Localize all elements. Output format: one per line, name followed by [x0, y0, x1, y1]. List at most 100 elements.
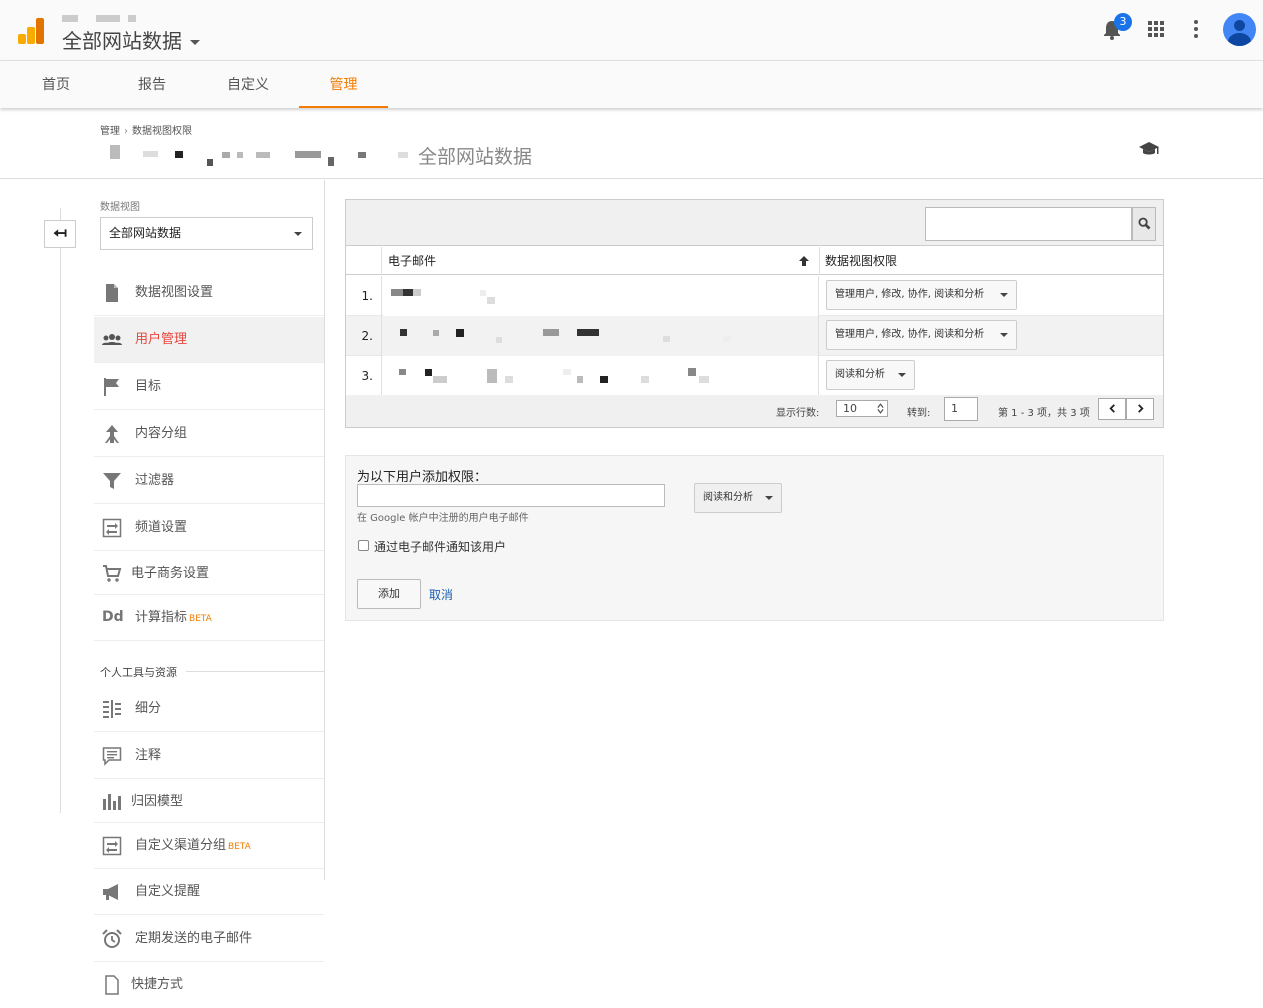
channel-icon	[102, 836, 122, 856]
menu-user-management[interactable]: 用户管理	[94, 317, 324, 363]
menu-ecommerce-settings[interactable]: 电子商务设置	[94, 552, 324, 595]
cancel-link[interactable]: 取消	[429, 586, 453, 603]
menu-filters[interactable]: 过滤器	[94, 458, 324, 504]
range-text: 第 1 - 3 项，共 3 项	[998, 408, 1090, 419]
back-button[interactable]	[44, 220, 76, 248]
more-vert-icon[interactable]	[1194, 20, 1198, 38]
menu-label: 注释	[135, 748, 162, 763]
menu-label-wrap: 自定义渠道分组 BETA	[135, 823, 251, 870]
menu-shortcuts[interactable]: 快捷方式	[94, 962, 324, 1008]
graduation-cap-icon[interactable]	[1139, 140, 1159, 158]
menu-segments[interactable]: 细分	[94, 686, 324, 732]
chevron-down-icon	[294, 232, 302, 236]
menu-content-grouping[interactable]: 内容分组	[94, 411, 324, 457]
top-bar: 全部网站数据 3	[0, 0, 1263, 60]
breadcrumb-root[interactable]: 管理	[100, 126, 120, 137]
permissions-column-header: 数据视图权限	[819, 247, 1163, 275]
cart-icon	[103, 565, 122, 582]
email-redacted	[383, 316, 819, 356]
permission-value: 管理用户, 修改, 协作, 阅读和分析	[835, 289, 985, 300]
goto-page-input[interactable]: 1	[944, 397, 978, 421]
row-number: 3.	[346, 356, 382, 396]
notify-label[interactable]: 通过电子邮件通知该用户	[374, 538, 506, 555]
menu-calculated-metrics[interactable]: Dd 计算指标 BETA	[94, 595, 324, 641]
tab-admin[interactable]: 管理	[299, 61, 388, 108]
analytics-logo-icon[interactable]	[18, 18, 44, 44]
menu-label: 细分	[135, 701, 162, 716]
email-redacted	[383, 356, 819, 396]
notify-checkbox[interactable]	[358, 540, 369, 551]
panel-line	[60, 208, 61, 220]
tab-customization[interactable]: 自定义	[204, 61, 292, 108]
permission-dropdown[interactable]: 阅读和分析	[826, 360, 915, 390]
users-table: 电子邮件 数据视图权限 1. 管理用户, 修改, 协作, 阅读和分析 2. 管理…	[345, 199, 1164, 428]
view-select-value: 全部网站数据	[109, 226, 182, 240]
rows-per-page-value: 10	[843, 402, 857, 415]
search-input[interactable]	[925, 207, 1132, 241]
menu-label: 快捷方式	[131, 977, 184, 992]
rows-per-page-select[interactable]: 10	[836, 400, 888, 417]
view-selector[interactable]: 全部网站数据	[62, 25, 200, 54]
prev-page-button[interactable]	[1098, 398, 1126, 420]
email-column-header[interactable]: 电子邮件	[388, 247, 818, 275]
avatar[interactable]	[1223, 13, 1256, 46]
menu-label: 计算指标	[135, 610, 188, 625]
apps-grid-icon[interactable]	[1148, 21, 1165, 38]
view-title-text: 全部网站数据	[62, 29, 182, 53]
add-button[interactable]: 添加	[357, 579, 421, 609]
menu-annotations[interactable]: 注释	[94, 733, 324, 779]
menu-label-wrap: 计算指标 BETA	[135, 595, 212, 642]
breadcrumb-current: 数据视图权限	[132, 126, 192, 137]
chevron-down-icon	[898, 373, 906, 377]
new-permission-dropdown[interactable]: 阅读和分析	[694, 483, 782, 513]
menu-view-settings[interactable]: 数据视图设置	[94, 270, 324, 316]
menu-custom-alerts[interactable]: 自定义提醒	[94, 869, 324, 915]
menu-goals[interactable]: 目标	[94, 364, 324, 410]
menu-custom-channel-grouping[interactable]: 自定义渠道分组 BETA	[94, 823, 324, 869]
table-search-bar	[346, 200, 1163, 246]
permission-value: 管理用户, 修改, 协作, 阅读和分析	[835, 329, 985, 340]
panel-border	[324, 180, 325, 880]
document-icon	[106, 284, 118, 302]
menu-label: 过滤器	[135, 473, 175, 488]
row-number: 2.	[346, 316, 382, 356]
menu-label: 数据视图设置	[135, 285, 214, 300]
alarm-clock-icon	[102, 929, 122, 948]
sort-up-arrow-icon	[799, 256, 809, 266]
filter-icon	[103, 473, 121, 489]
search-button[interactable]	[1132, 207, 1156, 241]
email-column-label: 电子邮件	[388, 254, 437, 268]
chevron-down-icon	[1000, 333, 1008, 337]
menu-label: 用户管理	[135, 332, 188, 347]
view-select[interactable]: 全部网站数据	[100, 217, 313, 250]
chevron-left-icon	[1108, 404, 1115, 413]
beta-badge: BETA	[189, 614, 212, 624]
page-title: 全部网站数据	[418, 146, 533, 168]
tab-reports[interactable]: 报告	[108, 61, 196, 108]
table-row: 2. 管理用户, 修改, 协作, 阅读和分析	[346, 316, 1163, 356]
next-page-button[interactable]	[1126, 398, 1154, 420]
num-column-header	[346, 247, 382, 275]
menu-channel-settings[interactable]: 频道设置	[94, 505, 324, 551]
add-form-header: 为以下用户添加权限：	[357, 470, 488, 485]
email-field[interactable]	[357, 484, 665, 507]
panel-line	[60, 248, 61, 813]
rows-label: 显示行数:	[776, 408, 820, 419]
content-grouping-icon	[105, 425, 119, 443]
table-pagination: 显示行数: 10 转到: 1 第 1 - 3 项，共 3 项	[346, 395, 1163, 427]
chevron-down-icon	[1000, 293, 1008, 297]
menu-attribution-models[interactable]: 归因模型	[94, 780, 324, 823]
search-icon	[1138, 217, 1151, 230]
attribution-icon	[103, 794, 121, 810]
breadcrumb: 管理 › 数据视图权限	[100, 126, 192, 137]
menu-scheduled-emails[interactable]: 定期发送的电子邮件	[94, 916, 324, 962]
menu-label: 内容分组	[135, 426, 188, 441]
menu-label: 频道设置	[135, 520, 188, 535]
nav-tabs: 首页 报告 自定义 管理	[0, 60, 1263, 108]
dd-icon: Dd	[102, 609, 124, 625]
annotation-icon	[102, 747, 122, 766]
permission-dropdown[interactable]: 管理用户, 修改, 协作, 阅读和分析	[826, 280, 1017, 310]
back-arrow-icon	[53, 229, 67, 237]
tab-home[interactable]: 首页	[12, 61, 100, 108]
permission-dropdown[interactable]: 管理用户, 修改, 协作, 阅读和分析	[826, 320, 1017, 350]
